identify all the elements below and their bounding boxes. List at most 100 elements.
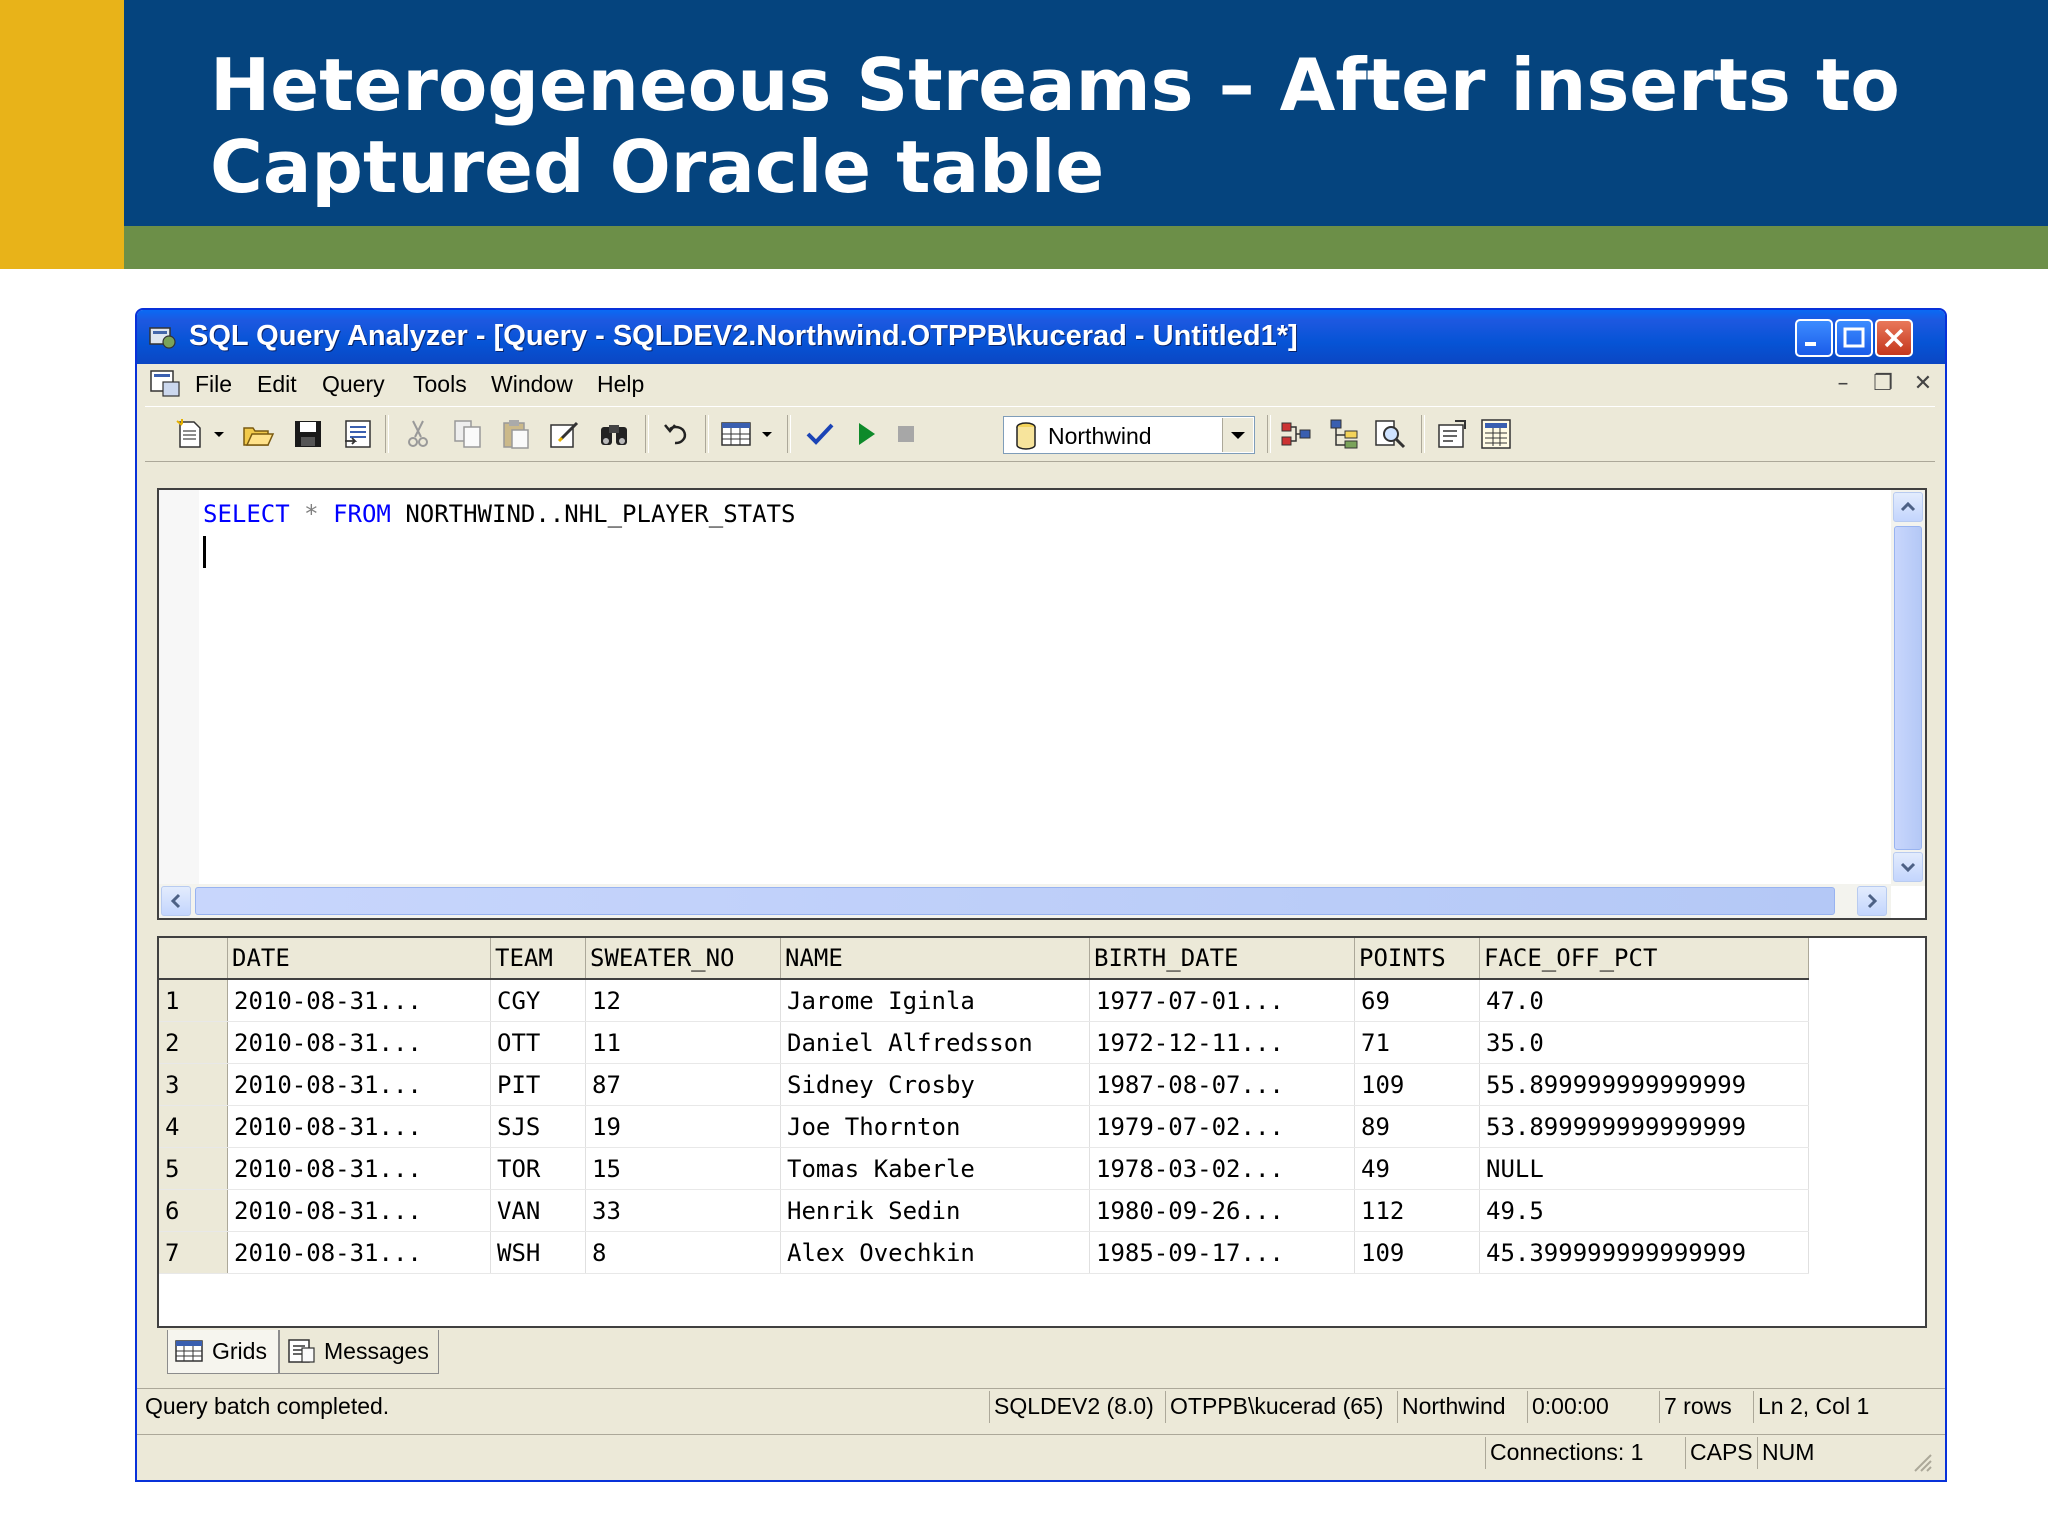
scroll-right-icon[interactable] <box>1857 886 1887 916</box>
window-titlebar[interactable]: SQL Query Analyzer - [Query - SQLDEV2.No… <box>137 310 1945 364</box>
chevron-down-icon[interactable] <box>1222 418 1253 452</box>
properties-icon[interactable] <box>1435 417 1469 451</box>
tab-messages[interactable]: Messages <box>279 1330 439 1374</box>
row-number[interactable]: 4 <box>159 1105 228 1148</box>
row-number[interactable]: 6 <box>159 1189 228 1232</box>
table-cell[interactable]: Joe Thornton <box>780 1105 1090 1148</box>
scroll-down-icon[interactable] <box>1893 852 1923 882</box>
close-button[interactable] <box>1875 319 1913 357</box>
table-cell[interactable]: 109 <box>1354 1063 1480 1106</box>
table-cell[interactable]: 55.899999999999999 <box>1479 1063 1809 1106</box>
table-cell[interactable]: 19 <box>585 1105 781 1148</box>
row-number-header[interactable] <box>159 938 228 980</box>
find-icon[interactable] <box>597 417 631 451</box>
table-row[interactable]: 3 2010-08-31... PIT 87 Sidney Crosby 1987-08-… <box>159 1063 1809 1106</box>
table-cell[interactable]: OTT <box>490 1021 586 1064</box>
copy-icon[interactable] <box>451 417 485 451</box>
undo-icon[interactable] <box>661 417 695 451</box>
table-cell[interactable]: NULL <box>1479 1147 1809 1190</box>
table-cell[interactable]: 1972-12-11... <box>1089 1021 1355 1064</box>
scroll-up-icon[interactable] <box>1893 492 1923 522</box>
table-row[interactable]: 4 2010-08-31... SJS 19 Joe Thornton 1979-07-0… <box>159 1105 1809 1148</box>
column-header[interactable]: DATE <box>227 938 491 980</box>
table-row[interactable]: 6 2010-08-31... VAN 33 Henrik Sedin 1980-09-2… <box>159 1189 1809 1232</box>
table-cell[interactable]: Sidney Crosby <box>780 1063 1090 1106</box>
row-number[interactable]: 1 <box>159 979 228 1022</box>
table-cell[interactable]: 15 <box>585 1147 781 1190</box>
column-header[interactable]: FACE_OFF_PCT <box>1479 938 1809 980</box>
table-row[interactable]: 5 2010-08-31... TOR 15 Tomas Kaberle 1978-03-… <box>159 1147 1809 1190</box>
table-cell[interactable]: 1987-08-07... <box>1089 1063 1355 1106</box>
table-cell[interactable]: 109 <box>1354 1231 1480 1274</box>
menu-help[interactable]: Help <box>597 371 644 398</box>
table-cell[interactable]: 47.0 <box>1479 979 1809 1022</box>
table-cell[interactable]: 2010-08-31... <box>227 1231 491 1274</box>
mdi-close-icon[interactable]: ✕ <box>1909 370 1937 398</box>
table-row[interactable]: 7 2010-08-31... WSH 8 Alex Ovechkin 1985-09-1… <box>159 1231 1809 1274</box>
open-icon[interactable] <box>241 417 275 451</box>
column-header[interactable]: BIRTH_DATE <box>1089 938 1355 980</box>
table-cell[interactable]: 2010-08-31... <box>227 979 491 1022</box>
column-header[interactable]: POINTS <box>1354 938 1480 980</box>
query-document-icon[interactable] <box>149 368 181 398</box>
menu-query[interactable]: Query <box>322 371 385 398</box>
mdi-restore-icon[interactable]: ❐ <box>1869 370 1897 398</box>
table-cell[interactable]: VAN <box>490 1189 586 1232</box>
clear-icon[interactable] <box>547 417 581 451</box>
table-cell[interactable]: 89 <box>1354 1105 1480 1148</box>
scroll-left-icon[interactable] <box>161 886 191 916</box>
table-row[interactable]: 1 2010-08-31... CGY 12 Jarome Iginla 1977-07-… <box>159 979 1809 1022</box>
execute-icon[interactable] <box>849 417 883 451</box>
show-results-icon[interactable] <box>1479 417 1513 451</box>
database-selector[interactable]: Northwind <box>1003 416 1255 454</box>
column-header[interactable]: SWEATER_NO <box>585 938 781 980</box>
execution-plan-icon[interactable] <box>1279 417 1313 451</box>
editor-horizontal-scrollbar[interactable] <box>159 884 1891 918</box>
results-grid[interactable]: DATE TEAM SWEATER_NO NAME BIRTH_DATE POINTS FA… <box>157 936 1927 1328</box>
dropdown-arrow-icon[interactable] <box>757 417 777 451</box>
table-cell[interactable]: 35.0 <box>1479 1021 1809 1064</box>
row-number[interactable]: 2 <box>159 1021 228 1064</box>
stop-icon[interactable] <box>889 417 923 451</box>
table-cell[interactable]: 8 <box>585 1231 781 1274</box>
results-grid-icon[interactable] <box>719 417 753 451</box>
scroll-thumb[interactable] <box>1894 526 1922 850</box>
table-cell[interactable]: 112 <box>1354 1189 1480 1232</box>
table-cell[interactable]: 1978-03-02... <box>1089 1147 1355 1190</box>
table-cell[interactable]: 49 <box>1354 1147 1480 1190</box>
column-header[interactable]: TEAM <box>490 938 586 980</box>
menu-edit[interactable]: Edit <box>257 371 297 398</box>
load-script-icon[interactable] <box>341 417 375 451</box>
scroll-thumb[interactable] <box>195 887 1835 915</box>
parse-check-icon[interactable] <box>803 417 837 451</box>
paste-icon[interactable] <box>499 417 533 451</box>
tab-grids[interactable]: Grids <box>167 1330 279 1374</box>
row-number[interactable]: 7 <box>159 1231 228 1274</box>
table-cell[interactable]: 71 <box>1354 1021 1480 1064</box>
new-query-icon[interactable] <box>173 417 207 451</box>
menu-file[interactable]: File <box>195 371 232 398</box>
table-cell[interactable]: 53.899999999999999 <box>1479 1105 1809 1148</box>
maximize-button[interactable] <box>1835 319 1873 357</box>
cut-icon[interactable] <box>401 417 435 451</box>
table-cell[interactable]: SJS <box>490 1105 586 1148</box>
table-cell[interactable]: 69 <box>1354 979 1480 1022</box>
row-number[interactable]: 5 <box>159 1147 228 1190</box>
table-cell[interactable]: 2010-08-31... <box>227 1189 491 1232</box>
table-cell[interactable]: 49.5 <box>1479 1189 1809 1232</box>
table-cell[interactable]: CGY <box>490 979 586 1022</box>
table-cell[interactable]: PIT <box>490 1063 586 1106</box>
table-cell[interactable]: TOR <box>490 1147 586 1190</box>
table-cell[interactable]: Daniel Alfredsson <box>780 1021 1090 1064</box>
table-cell[interactable]: 45.399999999999999 <box>1479 1231 1809 1274</box>
save-icon[interactable] <box>291 417 325 451</box>
table-cell[interactable]: 2010-08-31... <box>227 1147 491 1190</box>
table-cell[interactable]: Alex Ovechkin <box>780 1231 1090 1274</box>
table-cell[interactable]: 33 <box>585 1189 781 1232</box>
table-cell[interactable]: 1977-07-01... <box>1089 979 1355 1022</box>
object-browser-icon[interactable] <box>1327 417 1361 451</box>
table-cell[interactable]: Tomas Kaberle <box>780 1147 1090 1190</box>
table-cell[interactable]: WSH <box>490 1231 586 1274</box>
menu-window[interactable]: Window <box>491 371 573 398</box>
row-number[interactable]: 3 <box>159 1063 228 1106</box>
